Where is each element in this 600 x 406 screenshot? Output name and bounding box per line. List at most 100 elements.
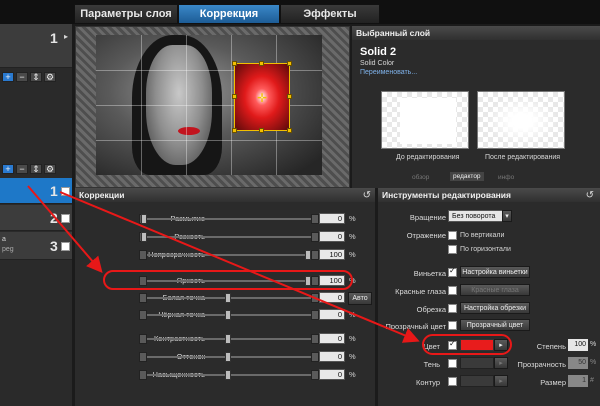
shadow-label: Тень	[423, 360, 440, 369]
white-point-slider[interactable]	[139, 293, 319, 303]
slider-row-black-point: Чёрная точка 0 %	[75, 308, 375, 322]
saturation-slider[interactable]	[139, 370, 319, 380]
top-tab-bar: Параметры слоя Коррекция Эффекты	[0, 0, 600, 24]
blur-slider[interactable]	[139, 214, 319, 224]
black-point-value[interactable]: 0	[319, 309, 345, 320]
transparent-color-checkbox[interactable]	[448, 321, 457, 330]
shadow-opacity-label: Прозрачность	[517, 360, 566, 369]
selected-layer-panel: Выбранный слой Solid 2 Solid Color Переи…	[352, 26, 600, 188]
solid-color-layer-box[interactable]: ✛	[232, 61, 292, 133]
expand-arrow-icon[interactable]: ▸	[64, 32, 68, 41]
before-label: До редактирования	[396, 154, 460, 161]
vignette-checkbox[interactable]: ✓	[448, 266, 457, 277]
settings-gear-icon[interactable]: ⚙	[44, 72, 56, 82]
layer-visible-checkbox[interactable]	[61, 242, 70, 251]
black-point-slider[interactable]	[139, 310, 319, 320]
layer-number: 2	[50, 210, 58, 226]
remove-layer-button-2[interactable]: −	[16, 164, 28, 174]
flip-horizontal-checkbox[interactable]	[448, 245, 457, 254]
slider-row-white-point: Белая точка 0 %	[75, 291, 375, 305]
contrast-slider[interactable]	[139, 334, 319, 344]
shadow-picker-arrow-icon[interactable]: ▸	[494, 357, 508, 369]
slider-row-blur: Размытие 0 %	[75, 212, 375, 226]
sharpness-slider[interactable]	[139, 232, 319, 242]
chevron-down-icon[interactable]: ▾	[502, 210, 512, 222]
flip-vertical-checkbox[interactable]	[448, 231, 457, 240]
unit: %	[590, 341, 597, 348]
tab-correction[interactable]: Коррекция	[178, 4, 280, 24]
anchor-cross-icon[interactable]: ✛	[257, 91, 267, 105]
reset-icon[interactable]: ↺	[586, 190, 594, 201]
mode-overview[interactable]: обзор	[412, 174, 429, 181]
slider-row-contrast: Контрастность 0 %	[75, 332, 375, 346]
settings-gear-icon-2[interactable]: ⚙	[44, 164, 56, 174]
preview-area[interactable]: ✛	[75, 26, 350, 188]
hue-slider[interactable]	[139, 352, 319, 362]
panel-header: Инструменты редактирования	[378, 188, 600, 202]
mode-editor[interactable]: редактор	[450, 172, 484, 181]
layer-toolbar-2: + − ⇕ ⚙	[0, 164, 72, 176]
unit: %	[590, 359, 597, 366]
reset-icon[interactable]: ↺	[363, 190, 371, 201]
add-layer-button-2[interactable]: +	[2, 164, 14, 174]
rotate-label: Вращение	[409, 213, 446, 222]
vignette-settings-button[interactable]: Настройка виньетки	[460, 266, 530, 278]
shadow-opacity-value[interactable]: 50	[568, 357, 588, 369]
crop-settings-button[interactable]: Настройка обрезки	[460, 302, 530, 314]
layer-visible-checkbox[interactable]	[61, 187, 70, 196]
tab-layer-params[interactable]: Параметры слоя	[74, 4, 178, 24]
move-layer-button-2[interactable]: ⇕	[30, 164, 42, 174]
after-thumbnail	[477, 91, 565, 149]
layer-row-selected[interactable]: 1	[0, 178, 72, 204]
layer-toolbar: + − ⇕ ⚙	[0, 72, 72, 84]
edit-tools-panel: Инструменты редактирования ↺ Вращение Бе…	[378, 188, 600, 406]
add-layer-button[interactable]: +	[2, 72, 14, 82]
shadow-checkbox[interactable]	[448, 359, 457, 368]
saturation-value[interactable]: 0	[319, 369, 345, 380]
contour-size-label: Размер	[540, 378, 566, 387]
layer-row[interactable]: 2	[0, 205, 72, 231]
corrections-panel: Коррекции ↺ Размытие 0 % Резкость 0 % Не…	[75, 188, 375, 406]
contour-checkbox[interactable]	[448, 377, 457, 386]
highlight-color	[422, 334, 512, 355]
transparent-color-label: Прозрачный цвет	[385, 322, 446, 331]
after-label: После редактирования	[485, 154, 561, 161]
tab-effects[interactable]: Эффекты	[280, 4, 380, 24]
flip-vertical-label: По вертикали	[460, 232, 505, 239]
mode-info[interactable]: инфо	[498, 174, 514, 181]
opacity-slider[interactable]	[139, 250, 319, 260]
redeye-button[interactable]: Красные глаза	[460, 284, 530, 296]
hue-value[interactable]: 0	[319, 351, 345, 362]
crop-checkbox[interactable]	[448, 304, 457, 313]
unit: #	[590, 377, 594, 384]
layer-row[interactable]: 1 ▸	[0, 24, 72, 68]
panel-header: Коррекции	[75, 188, 375, 202]
slider-row-hue: Оттенок 0 %	[75, 350, 375, 364]
redeye-checkbox[interactable]	[448, 286, 457, 295]
layer-number: 1	[50, 30, 58, 46]
layer-row[interactable]: а peg 3	[0, 232, 72, 260]
auto-button[interactable]: Авто	[348, 292, 372, 305]
unit: %	[349, 310, 356, 319]
move-layer-button[interactable]: ⇕	[30, 72, 42, 82]
degree-value[interactable]: 100	[568, 339, 588, 351]
shadow-color-swatch[interactable]	[460, 357, 494, 369]
unit: %	[349, 352, 356, 361]
opacity-value[interactable]: 100	[319, 249, 345, 260]
contour-picker-arrow-icon[interactable]: ▸	[494, 375, 508, 387]
blur-value[interactable]: 0	[319, 213, 345, 224]
unit: %	[349, 370, 356, 379]
layer-type: Solid Color	[360, 60, 395, 67]
unit: %	[349, 250, 356, 259]
slider-row-opacity: Непрозрачность 100 %	[75, 248, 375, 262]
contour-color-swatch[interactable]	[460, 375, 494, 387]
layer-visible-checkbox[interactable]	[61, 214, 70, 223]
contour-size-value[interactable]: 1	[568, 375, 588, 387]
white-point-value[interactable]: 0	[319, 292, 345, 303]
remove-layer-button[interactable]: −	[16, 72, 28, 82]
layer-panel: 1 ▸ + − ⇕ ⚙ + − ⇕ ⚙ 1 2 а peg 3	[0, 24, 72, 406]
rename-link[interactable]: Переименовать...	[360, 69, 417, 76]
transparent-color-button[interactable]: Прозрачный цвет	[460, 319, 530, 331]
contrast-value[interactable]: 0	[319, 333, 345, 344]
sharpness-value[interactable]: 0	[319, 231, 345, 242]
